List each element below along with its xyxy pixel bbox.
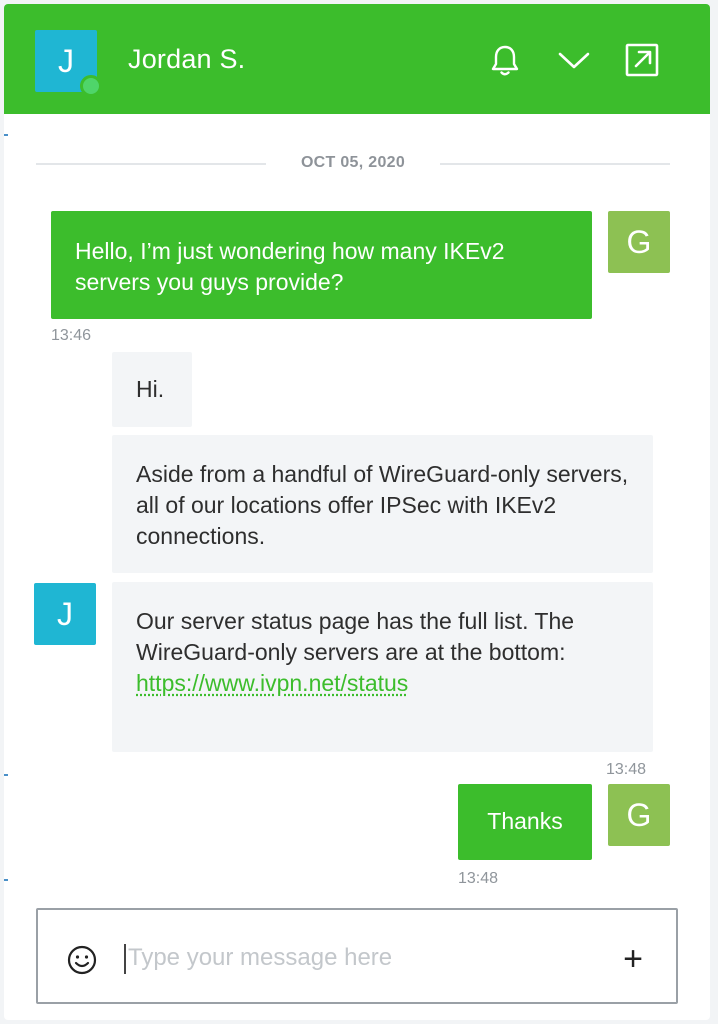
status-page-link[interactable]: https://www.ivpn.net/status: [136, 670, 408, 696]
online-status-indicator: [80, 75, 102, 97]
chat-widget: J Jordan S. OCT 05, 2020 Hello, I’m just…: [4, 4, 710, 1020]
chevron-down-icon[interactable]: [556, 42, 592, 78]
text-cursor: [124, 944, 126, 974]
user-message-bubble: Thanks: [458, 784, 592, 860]
agent-avatar-small: J: [34, 583, 96, 645]
chat-header: J Jordan S.: [4, 4, 710, 114]
message-input[interactable]: [128, 938, 588, 978]
date-divider-line: [440, 163, 670, 165]
message-timestamp: 13:48: [606, 761, 647, 778]
plus-icon[interactable]: +: [616, 942, 650, 976]
agent-name: Jordan S.: [128, 44, 246, 74]
user-message-bubble: Hello, I’m just wondering how many IKEv2…: [51, 211, 592, 319]
agent-message-bubble: Hi.: [112, 352, 192, 427]
popout-icon[interactable]: [624, 42, 660, 78]
agent-message-text: Our server status page has the full list…: [136, 608, 575, 665]
message-composer: +: [36, 908, 678, 1004]
user-avatar: G: [608, 211, 670, 273]
message-timestamp: 13:46: [51, 327, 92, 344]
agent-message-bubble: Our server status page has the full list…: [112, 582, 653, 752]
user-avatar: G: [608, 784, 670, 846]
message-timestamp: 13:48: [458, 870, 499, 887]
bell-icon[interactable]: [487, 42, 523, 78]
agent-message-bubble: Aside from a handful of WireGuard-only s…: [112, 435, 653, 573]
date-divider: OCT 05, 2020: [300, 154, 406, 171]
smiley-icon[interactable]: [66, 944, 98, 976]
date-divider-line: [36, 163, 266, 165]
